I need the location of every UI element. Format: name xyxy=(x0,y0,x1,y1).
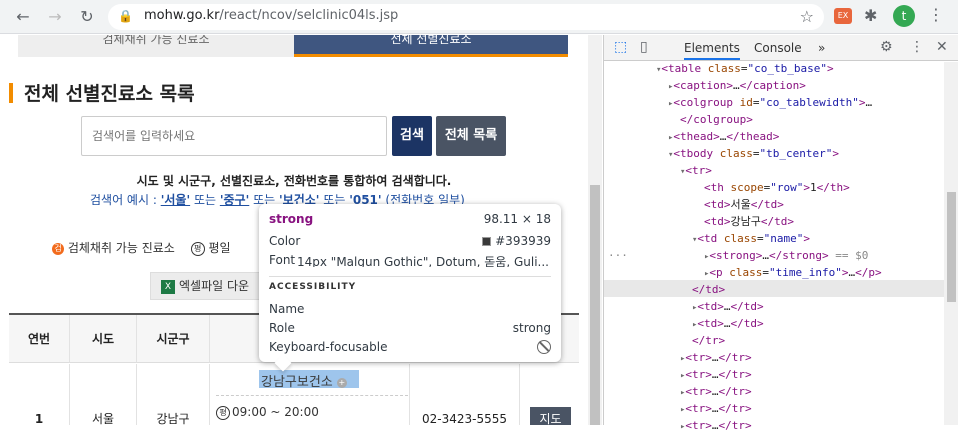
dom-tr-5[interactable]: ▸<tr>…</tr> xyxy=(680,400,752,417)
legend-weekday: 평일 xyxy=(208,241,231,255)
map-button[interactable]: 지도 xyxy=(530,407,571,425)
dom-tr-close[interactable]: </tr> xyxy=(692,332,725,349)
legend: 검 검체채취 가능 진료소 평 평일 xyxy=(52,239,231,256)
dom-tr[interactable]: ▾<tr> xyxy=(680,162,712,179)
clinic-name-link[interactable]: 강남구보건소 + xyxy=(261,371,347,390)
menu-icon[interactable]: ⋮ xyxy=(928,5,944,24)
devtools-menu-icon[interactable]: ⋮ xyxy=(910,39,924,55)
tooltip-color: Color #393939 xyxy=(269,234,551,248)
page-scrollbar[interactable] xyxy=(588,35,602,425)
forward-icon[interactable]: → xyxy=(44,6,66,28)
dom-colgroup-close[interactable]: </colgroup> xyxy=(680,111,753,128)
tooltip-divider xyxy=(269,276,551,277)
inspect-cursor-icon[interactable]: ⬚ xyxy=(614,39,627,55)
url-text[interactable]: mohw.go.kr/react/ncov/selclinic04ls.jsp xyxy=(144,8,398,23)
weekday-icon: 평 xyxy=(216,405,230,420)
example-seoul[interactable]: '서울' xyxy=(161,193,190,207)
dom-ellipsis[interactable]: ··· xyxy=(608,247,628,264)
color-swatch xyxy=(482,237,492,246)
profile-avatar[interactable]: t xyxy=(893,5,915,27)
settings-gear-icon[interactable]: ⚙ xyxy=(880,39,893,55)
clinic-tabs: 검체채취 가능 진료소 전체 선별진료소 xyxy=(18,35,568,57)
dom-tr-2[interactable]: ▸<tr>…</tr> xyxy=(680,349,752,366)
dom-tbody[interactable]: ▾<tbody class="tb_center"> xyxy=(668,145,839,162)
title-accent-bar xyxy=(9,83,13,103)
tooltip-header: strong 98.11 × 18 xyxy=(269,212,551,226)
dom-caption[interactable]: ▸<caption>…</caption> xyxy=(668,77,806,94)
address-bar[interactable]: 🔒 mohw.go.kr/react/ncov/selclinic04ls.js… xyxy=(108,4,824,30)
tooltip-accessibility: ACCESSIBILITY xyxy=(269,282,357,292)
sample-badge-icon: 검 xyxy=(52,242,64,255)
dom-p-time[interactable]: ▸<p class="time_info">…</p> xyxy=(704,264,882,281)
expand-plus-icon[interactable]: + xyxy=(336,377,347,388)
page-title: 전체 선별진료소 목록 xyxy=(24,83,195,105)
page-scroll-thumb[interactable] xyxy=(590,185,600,425)
selected-node-highlight xyxy=(604,280,944,297)
tab-elements[interactable]: Elements xyxy=(684,41,740,60)
more-tabs-icon[interactable]: » xyxy=(818,41,825,55)
dom-table[interactable]: ▾<table class="co_tb_base"> xyxy=(656,60,834,77)
legend-sample: 검체채취 가능 진료소 xyxy=(67,241,175,255)
dom-td-name[interactable]: ▾<td class="name"> xyxy=(692,230,810,247)
dom-td-close[interactable]: </td> xyxy=(692,281,725,298)
dom-thead[interactable]: ▸<thead>…</thead> xyxy=(668,128,779,145)
device-toggle-icon[interactable]: ▯ xyxy=(640,39,648,55)
cell-sigungu: 강남구 xyxy=(137,364,210,425)
weekday-icon: 평 xyxy=(190,241,205,256)
header-sido: 시도 xyxy=(70,315,137,363)
inspect-tooltip: strong 98.11 × 18 Color #393939 Font 14px "… xyxy=(259,204,561,372)
example-junggu[interactable]: '중구' xyxy=(220,193,249,207)
dom-tr-4[interactable]: ▸<tr>…</tr> xyxy=(680,383,752,400)
devtools-toolbar: ⬚ ▯ Elements Console » ⚙ ⋮ ✕ xyxy=(604,35,958,61)
dom-colgroup[interactable]: ▸<colgroup id="co_tablewidth">… xyxy=(668,94,872,111)
tab-console[interactable]: Console xyxy=(754,41,802,55)
tooltip-name: Name xyxy=(269,302,305,316)
devtools-scrollbar[interactable] xyxy=(944,62,958,425)
dom-th[interactable]: <th scope="row">1</th> xyxy=(704,179,850,196)
dom-td-map[interactable]: ▸<td>…</td> xyxy=(692,315,764,332)
tab-sample-clinic[interactable]: 검체채취 가능 진료소 xyxy=(18,35,294,57)
not-allowed-icon xyxy=(537,340,551,354)
cell-num: 1 xyxy=(9,364,70,425)
tab-all-clinic[interactable]: 전체 선별진료소 xyxy=(294,35,568,57)
divider xyxy=(216,395,408,396)
devtools-panel: ⬚ ▯ Elements Console » ⚙ ⋮ ✕ ▾<table cla… xyxy=(603,35,958,432)
cell-sido: 서울 xyxy=(70,364,137,425)
tooltip-font: Font 14px "Malgun Gothic", Dotum, 돋움, Gul… xyxy=(269,253,549,267)
search-description: 시도 및 시군구, 선별진료소, 전화번호를 통합하여 검색합니다. xyxy=(136,174,452,188)
all-list-button[interactable]: 전체 목록 xyxy=(436,116,506,156)
bookmark-star-icon[interactable]: ☆ xyxy=(800,7,814,26)
reload-icon[interactable]: ↻ xyxy=(76,6,98,28)
extension-icon[interactable]: EX xyxy=(834,8,852,24)
tooltip-role: Role strong xyxy=(269,321,551,335)
extensions-puzzle-icon[interactable]: ✱ xyxy=(864,6,877,25)
excel-download-button[interactable]: X 엑셀파일 다운 xyxy=(150,272,260,300)
browser-toolbar: ← → ↻ 🔒 mohw.go.kr/react/ncov/selclinic0… xyxy=(0,0,958,34)
dom-td-sigungu[interactable]: <td>강남구</td> xyxy=(704,213,794,230)
dom-tr-6[interactable]: ▸<tr>…</tr> xyxy=(680,417,752,434)
search-input[interactable] xyxy=(81,116,387,156)
cell-phone: 02-3423-5555 xyxy=(410,364,520,425)
search-button[interactable]: 검색 xyxy=(392,116,432,156)
header-sigungu: 시군구 xyxy=(137,315,210,363)
close-icon[interactable]: ✕ xyxy=(936,39,948,55)
dom-tr-3[interactable]: ▸<tr>…</tr> xyxy=(680,366,752,383)
dom-strong[interactable]: ▸<strong>…</strong> == $0 xyxy=(704,247,868,264)
excel-icon: X xyxy=(161,279,175,294)
header-num: 연번 xyxy=(9,315,70,363)
dom-td-phone[interactable]: ▸<td>…</td> xyxy=(692,298,764,315)
devtools-scroll-thumb[interactable] xyxy=(947,192,956,302)
dom-td-sido[interactable]: <td>서울</td> xyxy=(704,196,784,213)
tooltip-focusable: Keyboard-focusable xyxy=(269,340,551,354)
back-icon[interactable]: ← xyxy=(12,6,34,28)
lock-icon[interactable]: 🔒 xyxy=(118,9,133,23)
time-info: 평 09:00 ~ 20:00 xyxy=(216,405,319,420)
